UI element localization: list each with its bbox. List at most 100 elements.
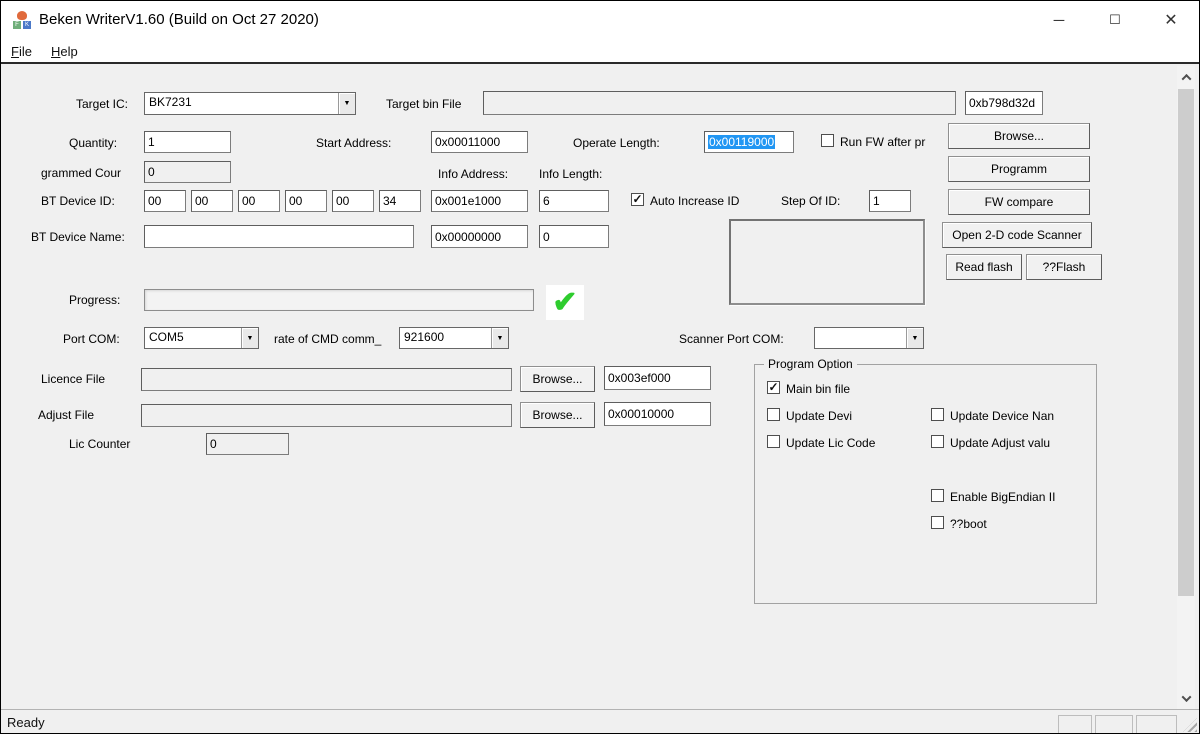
info-address-input[interactable]: 0x001e1000 bbox=[431, 190, 528, 212]
update-lic-code-checkbox[interactable] bbox=[767, 435, 780, 448]
enable-bigendian-checkbox[interactable] bbox=[931, 489, 944, 502]
progress-label: Progress: bbox=[69, 293, 121, 307]
run-fw-label: Run FW after pr bbox=[840, 135, 926, 149]
step-of-id-input[interactable]: 1 bbox=[869, 190, 911, 212]
scroll-up-icon bbox=[1181, 73, 1191, 84]
title-bar: F K Beken WriterV1.60 (Build on Oct 27 2… bbox=[1, 1, 1199, 39]
bt-id-byte-2[interactable]: 00 bbox=[238, 190, 280, 212]
close-button[interactable]: ✕ bbox=[1146, 1, 1196, 39]
programmed-count-field: 0 bbox=[144, 161, 231, 183]
info-address-label: Info Address: bbox=[438, 167, 509, 181]
update-lic-code-label: Update Lic Code bbox=[786, 436, 876, 450]
operate-length-label: Operate Length: bbox=[573, 136, 660, 150]
cmd-rate-label: rate of CMD comm_ bbox=[274, 332, 382, 346]
chevron-down-icon: ▼ bbox=[496, 334, 504, 342]
minimize-button[interactable]: ─ bbox=[1034, 1, 1084, 39]
bt-device-name-input[interactable] bbox=[144, 225, 414, 248]
enable-bigendian-label: Enable BigEndian II bbox=[950, 490, 1056, 504]
open-scanner-button[interactable]: Open 2-D code Scanner bbox=[942, 222, 1092, 248]
chevron-down-icon: ▼ bbox=[246, 334, 254, 342]
target-bin-input[interactable] bbox=[483, 91, 956, 115]
target-ic-label: Target IC: bbox=[76, 97, 129, 111]
quantity-input[interactable]: 1 bbox=[144, 131, 231, 153]
quantity-label: Quantity: bbox=[69, 136, 118, 150]
app-icon-figure bbox=[17, 11, 27, 20]
scroll-up-button[interactable] bbox=[1177, 68, 1195, 86]
device-id-panel bbox=[729, 219, 925, 305]
target-ic-combobox[interactable]: BK7231 ▼ bbox=[144, 92, 356, 115]
step-of-id-label: Step Of ID: bbox=[781, 194, 841, 208]
update-device-name-checkbox[interactable] bbox=[931, 408, 944, 421]
scanner-port-label: Scanner Port COM: bbox=[679, 332, 784, 346]
erase-flash-button[interactable]: ??Flash bbox=[1026, 254, 1102, 280]
adjust-address-input[interactable]: 0x00010000 bbox=[604, 402, 711, 426]
operate-length-selected-text: 0x00119000 bbox=[708, 135, 776, 149]
licence-browse-button[interactable]: Browse... bbox=[520, 366, 595, 392]
info-length-input[interactable]: 6 bbox=[539, 190, 609, 212]
maximize-button[interactable]: ☐ bbox=[1090, 1, 1140, 39]
auto-increase-id-label: Auto Increase ID bbox=[650, 194, 740, 208]
read-flash-button[interactable]: Read flash bbox=[946, 254, 1022, 280]
bt-name-address-input[interactable]: 0x00000000 bbox=[431, 225, 528, 248]
program-button[interactable]: Programm bbox=[948, 156, 1090, 182]
operate-length-input[interactable]: 0x00119000 bbox=[704, 131, 794, 153]
app-icon-f-block: F bbox=[13, 21, 21, 29]
bt-device-id-label: BT Device ID: bbox=[41, 194, 115, 208]
port-com-dropdown-button[interactable]: ▼ bbox=[241, 328, 258, 348]
adjust-browse-button[interactable]: Browse... bbox=[520, 402, 595, 428]
bt-id-byte-5[interactable]: 34 bbox=[379, 190, 421, 212]
success-check-icon: ✔ bbox=[546, 285, 584, 320]
lic-counter-field: 0 bbox=[206, 433, 289, 455]
scanner-port-combobox[interactable]: ▼ bbox=[814, 327, 924, 349]
menu-help[interactable]: Help bbox=[47, 42, 82, 61]
checksum-field[interactable]: 0xb798d32d bbox=[965, 91, 1043, 115]
main-bin-file-checkbox[interactable]: ✓ bbox=[767, 381, 780, 394]
bt-name-length-input[interactable]: 0 bbox=[539, 225, 609, 248]
adjust-file-label: Adjust File bbox=[38, 408, 95, 422]
target-ic-value: BK7231 bbox=[149, 95, 192, 109]
scanner-port-dropdown-button[interactable]: ▼ bbox=[906, 328, 923, 348]
scanner-port-value bbox=[815, 328, 906, 348]
scroll-down-button[interactable] bbox=[1177, 689, 1195, 707]
browse-bin-button[interactable]: Browse... bbox=[948, 123, 1090, 149]
boot-label: ??boot bbox=[950, 517, 987, 531]
start-address-input[interactable]: 0x00011000 bbox=[431, 131, 528, 153]
main-bin-file-label: Main bin file bbox=[786, 382, 851, 396]
chevron-down-icon: ▼ bbox=[911, 334, 919, 342]
program-option-group: Program Option ✓ Main bin file Update De… bbox=[754, 357, 1097, 604]
licence-address-input[interactable]: 0x003ef000 bbox=[604, 366, 711, 390]
progress-bar bbox=[144, 289, 534, 311]
auto-increase-id-checkbox[interactable]: ✓ bbox=[631, 193, 644, 206]
info-length-label: Info Length: bbox=[539, 167, 603, 181]
start-address-label: Start Address: bbox=[316, 136, 392, 150]
vertical-scrollbar[interactable] bbox=[1177, 66, 1195, 709]
target-bin-label: Target bin File bbox=[386, 97, 462, 111]
adjust-file-input[interactable] bbox=[141, 404, 512, 427]
window-title: Beken WriterV1.60 (Build on Oct 27 2020) bbox=[39, 11, 319, 28]
licence-file-input[interactable] bbox=[141, 368, 512, 391]
fw-compare-button[interactable]: FW compare bbox=[948, 189, 1090, 215]
update-adjust-value-checkbox[interactable] bbox=[931, 435, 944, 448]
scrollbar-thumb[interactable] bbox=[1178, 89, 1194, 596]
dialog-client-area: Target IC: BK7231 ▼ Target bin File 0xb7… bbox=[1, 66, 1199, 709]
app-icon: F K bbox=[13, 11, 31, 29]
menu-file[interactable]: File bbox=[7, 42, 36, 61]
resize-grip[interactable] bbox=[1183, 718, 1197, 732]
status-bar: Ready bbox=[1, 709, 1199, 733]
menu-bar: File Help bbox=[1, 39, 1199, 64]
update-device-name-label: Update Device Nan bbox=[950, 409, 1055, 423]
update-devi-checkbox[interactable] bbox=[767, 408, 780, 421]
target-ic-dropdown-button[interactable]: ▼ bbox=[338, 93, 355, 114]
bt-id-byte-0[interactable]: 00 bbox=[144, 190, 186, 212]
bt-id-byte-1[interactable]: 00 bbox=[191, 190, 233, 212]
cmd-rate-combobox[interactable]: 921600 ▼ bbox=[399, 327, 509, 349]
boot-checkbox[interactable] bbox=[931, 516, 944, 529]
chevron-down-icon: ▼ bbox=[343, 100, 351, 107]
cmd-rate-dropdown-button[interactable]: ▼ bbox=[491, 328, 508, 348]
programmed-count-label: grammed Cour bbox=[41, 166, 122, 180]
run-fw-checkbox[interactable] bbox=[821, 134, 834, 147]
bt-id-byte-4[interactable]: 00 bbox=[332, 190, 374, 212]
bt-id-byte-3[interactable]: 00 bbox=[285, 190, 327, 212]
port-com-combobox[interactable]: COM5 ▼ bbox=[144, 327, 259, 349]
status-pane-2 bbox=[1095, 715, 1133, 733]
